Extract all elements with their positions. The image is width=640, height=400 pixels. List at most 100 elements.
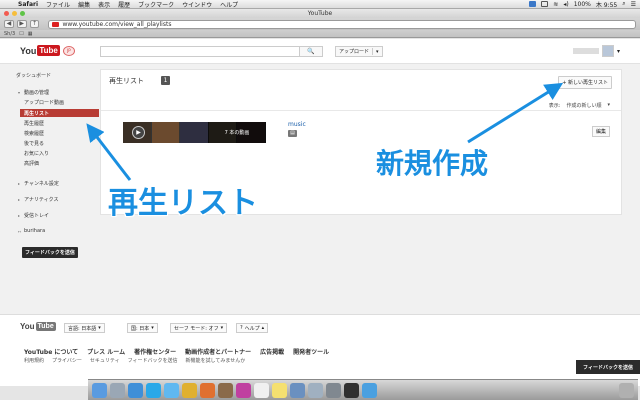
footer-link[interactable]: フィードバックを送信 <box>128 357 178 364</box>
footer-link[interactable]: 著作権センター <box>134 347 176 356</box>
menu-edit[interactable]: 編集 <box>74 0 94 9</box>
footer: You Tube 言語: 日本語 ▾ 国: 日本 ▾ セーフ モード: オフ ▾… <box>0 314 640 386</box>
bookmark-item[interactable]: Sh/3 <box>4 31 15 37</box>
footer-link[interactable]: 動画作成者とパートナー <box>185 347 251 356</box>
help-label: ヘルプ <box>244 325 260 332</box>
os-menubar: Safari ファイル 編集 表示 履歴 ブックマーク ウインドウ ヘルプ ≋ … <box>0 0 640 9</box>
help-button[interactable]: ? ヘルプ ▴ <box>236 323 269 333</box>
menu-view[interactable]: 表示 <box>94 0 114 9</box>
close-icon[interactable] <box>4 11 9 16</box>
footer-link[interactable]: 広告掲載 <box>260 347 284 356</box>
footer-link[interactable]: 開発者ツール <box>293 347 329 356</box>
logo-tube: Tube <box>37 45 60 56</box>
safety-label: セーフ モード: オフ <box>174 325 219 332</box>
chevron-up-icon: ▴ <box>261 325 265 331</box>
menu-file[interactable]: ファイル <box>42 0 74 9</box>
footer-secondary-links: 利用規約 プライバシー セキュリティ フィードバックを送信 新機能を試してみませ… <box>24 357 245 364</box>
back-button[interactable]: ◀ <box>4 20 14 28</box>
footer-link[interactable]: 新機能を試してみませんか <box>186 357 246 364</box>
username-redacted <box>572 48 599 54</box>
spotlight-icon[interactable]: ⌕ <box>622 0 625 8</box>
chevron-down-icon: ▾ <box>151 325 154 331</box>
share-icon[interactable]: ↑ <box>29 20 40 28</box>
region-badge: JP <box>62 45 75 56</box>
chevron-down-icon[interactable]: ▾ <box>617 48 620 55</box>
upload-label: アップロード <box>339 48 374 55</box>
upload-button[interactable]: アップロード ▾ <box>335 46 383 57</box>
footer-link[interactable]: プライバシー <box>52 357 82 364</box>
zoom-icon[interactable] <box>20 11 25 16</box>
menu-help[interactable]: ヘルプ <box>216 0 242 9</box>
forward-button[interactable]: ▶ <box>16 20 27 28</box>
menu-window[interactable]: ウインドウ <box>178 0 216 9</box>
feedback-corner-button[interactable]: フィードバックを送信 <box>576 360 640 374</box>
bookmarks-bar: Sh/3 ☐ ▦ <box>0 30 640 38</box>
logo-tube: Tube <box>35 322 56 331</box>
avatar[interactable] <box>601 45 614 57</box>
logo-you: You <box>20 322 35 331</box>
annotation-arrow-left <box>86 123 132 181</box>
terminal-icon[interactable] <box>344 382 359 398</box>
menu-bookmarks[interactable]: ブックマーク <box>134 0 178 9</box>
settings-icon[interactable] <box>326 382 341 398</box>
address-bar[interactable]: www.youtube.com/view_all_playlists <box>48 19 636 29</box>
itunes-icon[interactable] <box>236 382 251 398</box>
search-input[interactable] <box>100 46 300 57</box>
safety-mode-picker[interactable]: セーフ モード: オフ ▾ <box>170 323 228 333</box>
browser-toolbar: ◀ ▶ ↑ www.youtube.com/view_all_playlists <box>0 18 640 30</box>
clock[interactable]: 木 9:55 <box>596 0 617 9</box>
menu-app[interactable]: Safari <box>14 1 42 8</box>
chevron-down-icon: ▾ <box>220 325 224 331</box>
footer-link[interactable]: セキュリティ <box>90 357 120 364</box>
safari-icon[interactable] <box>128 382 143 398</box>
language-label: 言語: 日本語 <box>68 325 97 332</box>
calendar-icon[interactable] <box>254 382 269 398</box>
launchpad-icon[interactable] <box>110 382 125 398</box>
chevron-down-icon: ▾ <box>98 325 101 331</box>
annotation-arrows <box>86 82 564 181</box>
battery-level[interactable]: 100% <box>574 1 591 8</box>
chevron-down-icon[interactable]: ▾ <box>376 49 379 55</box>
search-button[interactable]: 🔍 <box>299 46 323 57</box>
finder-icon[interactable] <box>92 382 107 398</box>
window-titlebar: YouTube <box>0 9 640 18</box>
footer-link[interactable]: 利用規約 <box>24 357 44 364</box>
page-body: ダッシュボード ▾ 動画の管理 アップロード動画 再生リスト 再生履歴 検索履歴… <box>0 64 640 314</box>
annotation-new: 新規作成 <box>376 147 489 180</box>
footer-links: YouTube について プレス ルーム 著作権センター 動画作成者とパートナー… <box>24 347 329 356</box>
chrome-icon[interactable] <box>182 382 197 398</box>
menu-history[interactable]: 履歴 <box>114 0 134 9</box>
search-icon: 🔍 <box>307 48 315 55</box>
dock <box>88 379 638 400</box>
photos-icon[interactable] <box>218 382 233 398</box>
notes-icon[interactable] <box>272 382 287 398</box>
skype-icon[interactable] <box>146 382 161 398</box>
youtube-logo[interactable]: You Tube JP <box>20 45 75 56</box>
url-text: www.youtube.com/view_all_playlists <box>62 20 172 28</box>
volume-icon[interactable]: ◂) <box>563 1 568 8</box>
wifi-icon[interactable]: ≋ <box>553 1 558 8</box>
display-icon[interactable] <box>541 1 549 7</box>
country-label: 国: 日本 <box>131 325 150 332</box>
user-menu[interactable]: ▾ <box>572 45 620 57</box>
preview-icon[interactable] <box>308 382 323 398</box>
notification-icon[interactable]: ☰ <box>631 1 636 8</box>
top-sites-icon[interactable]: ▦ <box>28 31 33 37</box>
country-picker[interactable]: 国: 日本 ▾ <box>127 323 158 333</box>
footer-logo[interactable]: You Tube <box>20 322 56 331</box>
footer-link[interactable]: YouTube について <box>24 347 78 356</box>
footer-link[interactable]: プレス ルーム <box>87 347 125 356</box>
reading-list-icon[interactable]: ☐ <box>19 31 23 37</box>
minimize-icon[interactable] <box>12 11 17 16</box>
language-picker[interactable]: 言語: 日本語 ▾ <box>64 323 105 333</box>
status-app-icon[interactable] <box>529 1 537 7</box>
annotation-arrow-right <box>467 82 564 144</box>
mail-icon[interactable] <box>290 382 305 398</box>
firefox-icon[interactable] <box>200 382 215 398</box>
app-store-icon[interactable] <box>362 382 377 398</box>
logo-you: You <box>20 45 37 56</box>
twitter-icon[interactable] <box>164 382 179 398</box>
window-title: YouTube <box>307 10 333 17</box>
annotation-playlists: 再生リスト <box>108 186 258 221</box>
trash-icon[interactable] <box>619 382 634 398</box>
